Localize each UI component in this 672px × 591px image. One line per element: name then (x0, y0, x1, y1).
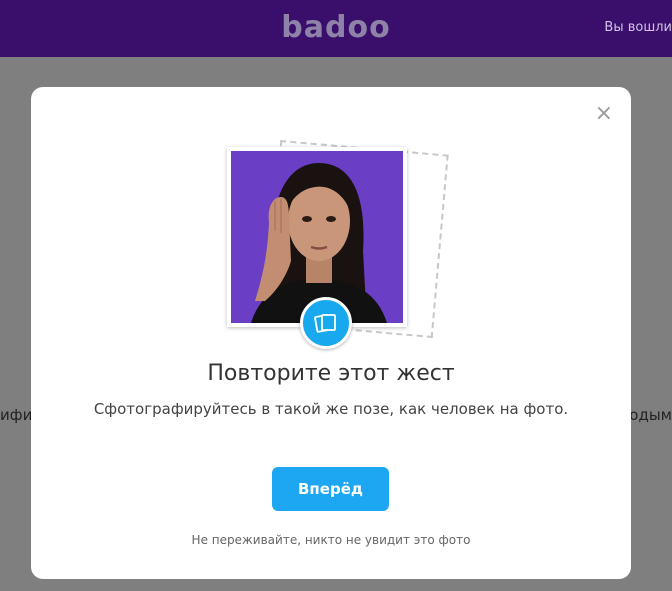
close-icon[interactable]: × (595, 103, 613, 125)
privacy-note: Не переживайте, никто не увидит это фото (191, 533, 471, 547)
example-person-photo (231, 151, 403, 323)
photos-icon (314, 314, 336, 333)
account-status[interactable]: Вы вошли (604, 20, 672, 35)
modal-subtitle: Сфотографируйтесь в такой же позе, как ч… (93, 400, 569, 418)
gesture-badge (300, 297, 352, 349)
modal-title: Повторите этот жест (207, 361, 455, 386)
gesture-example (227, 139, 449, 349)
top-bar: badoo Вы вошли (0, 0, 672, 57)
example-photo (227, 147, 407, 349)
continue-button[interactable]: Вперёд (272, 467, 389, 511)
badoo-logo[interactable]: badoo (0, 10, 672, 45)
verification-modal: × Повторите этот жест Сфотографируйтесь … (31, 87, 631, 579)
